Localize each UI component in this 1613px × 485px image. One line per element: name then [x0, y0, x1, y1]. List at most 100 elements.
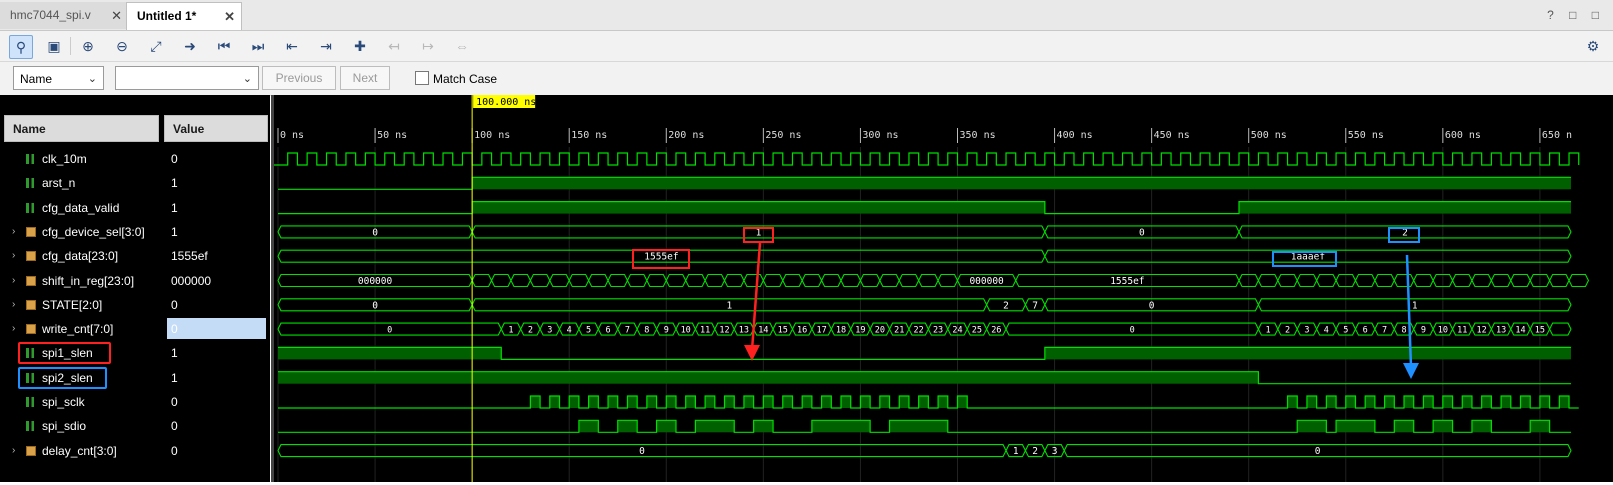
write-cnt-value-label: 15: [778, 326, 788, 336]
next-marker-icon[interactable]: ↦: [417, 35, 439, 57]
time-tick-label: 450 ns: [1154, 130, 1190, 141]
wire-signal-icon: [26, 154, 36, 164]
spi-sdio-fill: [753, 420, 774, 433]
signal-value: 1555ef: [171, 249, 208, 264]
close-icon[interactable]: ✕: [224, 3, 235, 30]
signal-row-arst-n[interactable]: arst_n 1: [0, 171, 270, 195]
waveform-pane[interactable]: 0 ns 50 ns 100 ns 150 ns 200 ns 250 ns 300 ns 3…: [274, 95, 1613, 482]
tab-hmc7044-spi[interactable]: hmc7044_spi.v ✕: [0, 2, 129, 29]
write-cnt-value-label: 4: [1324, 326, 1329, 336]
swap-cursors-icon[interactable]: ⇔: [451, 35, 473, 57]
cfg-device-sel-value-label: 2: [1402, 227, 1408, 238]
spi-sclk-fill: [1462, 396, 1472, 408]
delay-cnt-value-label: 0: [1315, 446, 1321, 457]
search-value-select[interactable]: ⌄: [115, 66, 259, 90]
tab-untitled-1[interactable]: Untitled 1* ✕: [126, 2, 242, 30]
spi-sdio-fill: [1297, 420, 1327, 433]
zoom-fit-icon[interactable]: ⤢: [145, 35, 167, 57]
previous-button[interactable]: Previous: [262, 66, 336, 90]
signal-row-cfg-device-sel[interactable]: › cfg_device_sel[3:0] 1: [0, 220, 270, 244]
signal-row-delay-cnt[interactable]: › delay_cnt[3:0] 0: [0, 439, 270, 463]
expand-chevron-icon[interactable]: ›: [12, 244, 15, 268]
shift-in-reg-segment: [723, 273, 745, 288]
write-cnt-value-label: 6: [605, 326, 610, 336]
spi-sclk-fill: [1404, 396, 1414, 408]
write-cnt-value-label: 3: [547, 326, 552, 336]
spi2-slen-fill: [278, 371, 1259, 384]
signal-row-state[interactable]: › STATE[2:0] 0: [0, 293, 270, 317]
zoom-in-icon[interactable]: ⊕: [77, 35, 99, 57]
spi-sclk-fill: [705, 396, 715, 408]
delay-cnt-value-label: 1: [1013, 446, 1019, 457]
go-to-cursor-icon[interactable]: ➜: [179, 35, 201, 57]
match-case-label: Match Case: [433, 72, 498, 86]
go-to-end-icon[interactable]: ⏭: [247, 35, 269, 57]
write-cnt-value-label: 2: [1285, 326, 1290, 336]
signal-row-clk-10m[interactable]: clk_10m 0: [0, 147, 270, 171]
shift-in-reg-segment: [607, 273, 629, 288]
signal-name: clk_10m: [42, 152, 87, 166]
signal-row-spi-sclk[interactable]: spi_sclk 0: [0, 390, 270, 414]
shift-in-reg-segment: [1354, 273, 1376, 288]
name-column-header[interactable]: Name: [4, 115, 159, 142]
next-button[interactable]: Next: [340, 66, 390, 90]
waveform-canvas[interactable]: 0 ns 50 ns 100 ns 150 ns 200 ns 250 ns 300 ns 3…: [274, 95, 1613, 482]
spi-sclk-fill: [627, 396, 638, 408]
search-field-select[interactable]: Name ⌄: [13, 66, 104, 90]
spi-sdio-fill: [1471, 420, 1492, 433]
match-case-checkbox[interactable]: Match Case: [415, 71, 497, 87]
expand-chevron-icon[interactable]: ›: [12, 439, 15, 463]
expand-chevron-icon[interactable]: ›: [12, 317, 15, 341]
previous-marker-icon[interactable]: ↤: [383, 35, 405, 57]
bus-signal-icon: [26, 251, 36, 262]
write-cnt-value-label: 12: [1477, 326, 1487, 336]
spi-sdio-fill: [617, 420, 638, 433]
checkbox-box[interactable]: [415, 71, 429, 85]
expand-chevron-icon[interactable]: ›: [12, 293, 15, 317]
save-icon[interactable]: ▣: [43, 35, 65, 57]
write-cnt-value-label: 23: [933, 326, 943, 336]
signal-row-cfg-data[interactable]: › cfg_data[23:0] 1555ef: [0, 244, 270, 268]
delay-cnt-value-label: 0: [639, 446, 645, 457]
signal-value: 0: [171, 152, 178, 166]
time-tick-label: 50 ns: [377, 130, 407, 141]
state-value-label: 1: [727, 300, 733, 311]
shift-in-reg-segment: [1316, 273, 1337, 288]
write-cnt-value-label: 7: [625, 326, 630, 336]
value-column-header[interactable]: Value: [164, 115, 268, 142]
add-marker-icon[interactable]: ✚: [349, 35, 371, 57]
window-controls[interactable]: ? □ □: [1547, 8, 1605, 22]
shift-in-reg-segment: [918, 273, 939, 288]
time-tick-label: 200 ns: [668, 130, 704, 141]
write-cnt-value-label: 18: [836, 326, 846, 336]
cfg-data-valid-fill: [472, 201, 1045, 214]
signal-row-cfg-data-valid[interactable]: cfg_data_valid 1: [0, 196, 270, 220]
expand-chevron-icon[interactable]: ›: [12, 269, 15, 293]
expand-chevron-icon[interactable]: ›: [12, 220, 15, 244]
spi-sclk-fill: [1365, 396, 1375, 408]
next-transition-icon[interactable]: ⇥: [315, 35, 337, 57]
signal-row-spi-sdio[interactable]: spi_sdio 0: [0, 414, 270, 438]
spi-sdio-fill: [1394, 420, 1414, 433]
close-icon[interactable]: ✕: [111, 2, 122, 29]
spi-sclk-fill: [938, 396, 948, 408]
write-cnt-value-label: 9: [664, 326, 669, 336]
gear-icon[interactable]: ⚙: [1582, 35, 1604, 57]
write-cnt-value-label: 4: [567, 326, 572, 336]
zoom-out-icon[interactable]: ⊖: [111, 35, 133, 57]
signal-value: 0: [171, 322, 178, 337]
shift-in-reg-segment: [626, 273, 648, 288]
signal-row-write-cnt[interactable]: › write_cnt[7:0] 0: [0, 317, 270, 341]
write-cnt-value-label: 20: [875, 326, 885, 336]
signal-name: write_cnt[7:0]: [42, 322, 114, 337]
signal-row-shift-in-reg[interactable]: › shift_in_reg[23:0] 000000: [0, 269, 270, 293]
previous-transition-icon[interactable]: ⇤: [281, 35, 303, 57]
time-tick-label: 600 ns: [1445, 130, 1481, 141]
search-icon[interactable]: ⚲: [9, 35, 33, 59]
signal-name: cfg_device_sel[3:0]: [42, 224, 145, 239]
go-to-start-icon[interactable]: ⏮: [213, 35, 235, 57]
spi-sclk-fill: [957, 396, 968, 408]
write-cnt-value-label: 14: [1515, 326, 1525, 336]
cfg-device-sel-value-label: 0: [372, 227, 378, 238]
tab-label: hmc7044_spi.v: [10, 8, 91, 22]
